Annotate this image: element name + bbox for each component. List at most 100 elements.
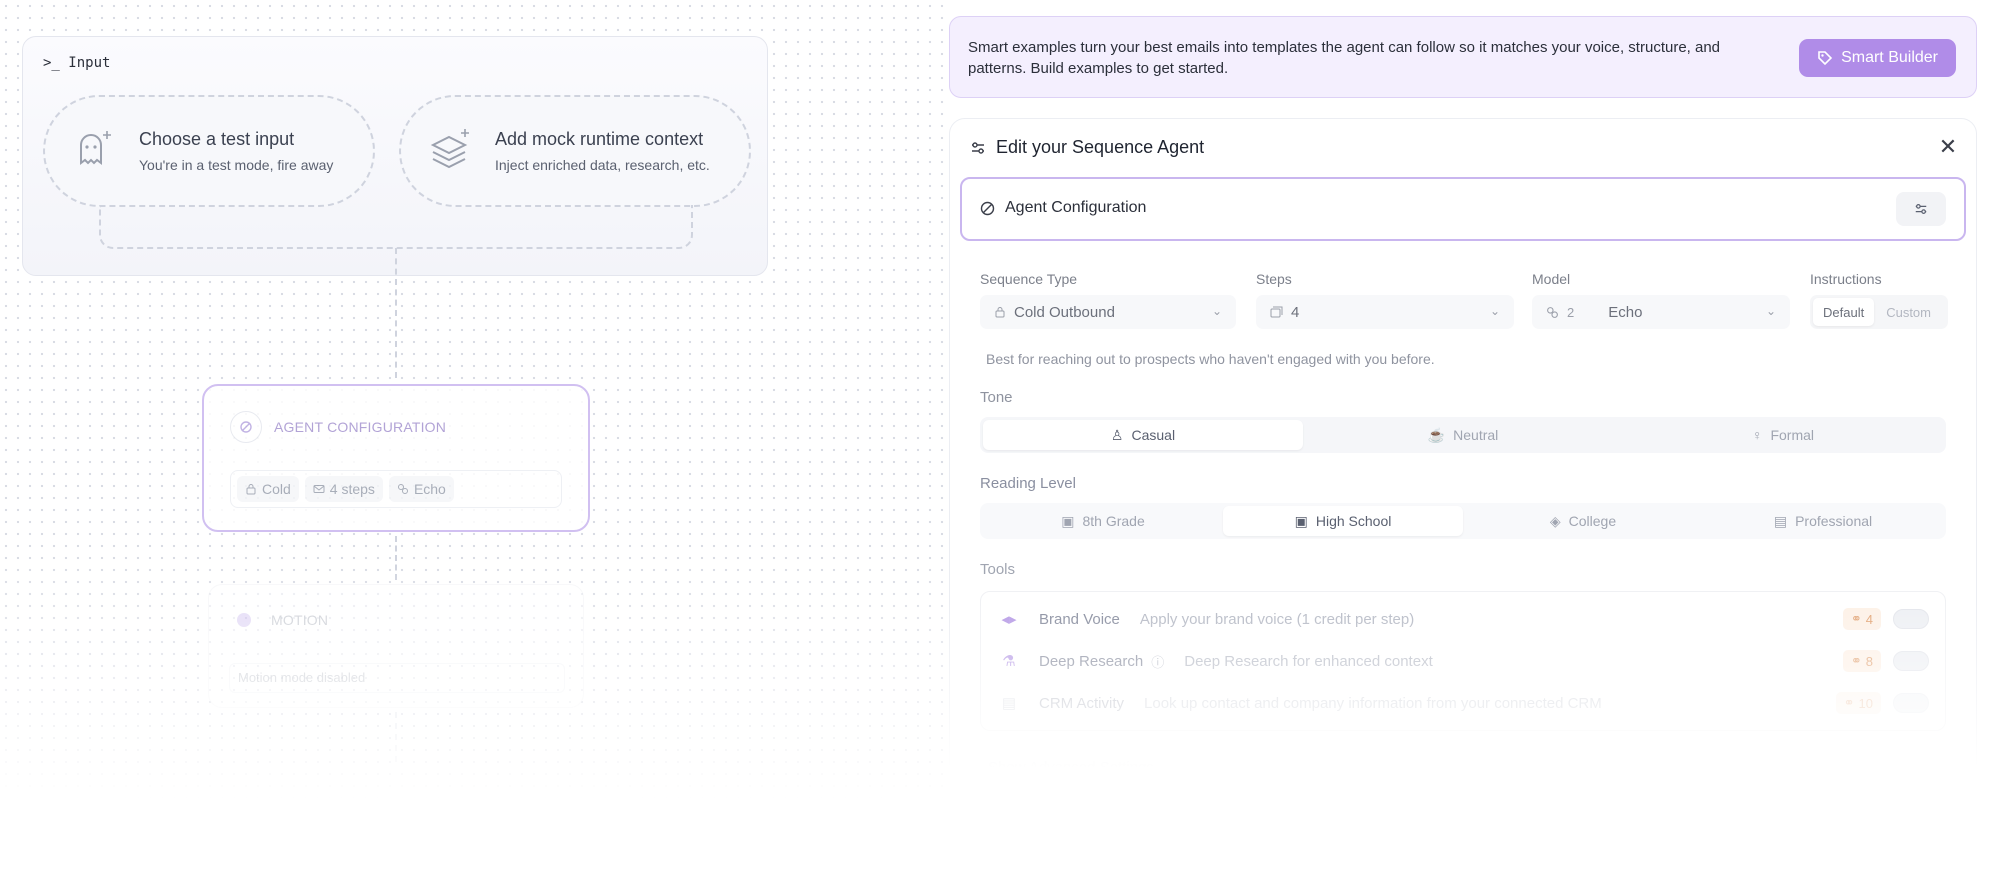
steps-label: Steps [1256, 271, 1292, 287]
reading-college-option[interactable]: ◈ College [1463, 506, 1703, 536]
editor-title: Edit your Sequence Agent [996, 137, 1205, 157]
tool-cost-badge: ⚭ 10 [1835, 692, 1881, 714]
add-mock-context-button[interactable]: Add mock runtime context Inject enriched… [399, 95, 751, 207]
tool-row: ▤ CRM Activity Look up contact and compa… [981, 688, 1947, 718]
tool-name: Deep Research [1039, 652, 1144, 670]
choose-test-input-button[interactable]: Choose a test input You're in a test mod… [43, 95, 375, 207]
motion-node-status: Motion mode disabled [229, 663, 565, 693]
reading-level-selector: ▣ 8th Grade ▣ High School ◈ College ▤ Pr… [980, 503, 1946, 539]
coffee-icon: ☕ [1427, 426, 1446, 443]
reading-college-label: College [1568, 513, 1617, 529]
school-icon: ▣ [1061, 512, 1075, 529]
sliders-icon [1915, 204, 1927, 214]
credits-icon: ⚭ [1850, 611, 1862, 626]
reading-professional-option[interactable]: ▤ Professional [1703, 506, 1943, 536]
tie-icon: ♀ [1751, 427, 1763, 443]
input-panel: >_ Input Choose a test input You're in a… [22, 36, 768, 276]
tool-description: Look up contact and company information … [1144, 694, 1602, 712]
sequence-type-select[interactable]: Cold Outbound ⌄ [980, 295, 1236, 329]
chevron-down-icon: ⌄ [1765, 304, 1776, 318]
briefcase-icon: ▤ [1773, 512, 1788, 529]
sequence-agent-editor: Edit your Sequence Agent ✕ Agent Configu… [949, 118, 1977, 880]
sequence-type-value: Cold Outbound [1014, 303, 1115, 321]
info-icon[interactable]: ⓘ [1151, 652, 1164, 671]
tone-neutral-label: Neutral [1453, 427, 1499, 443]
chevron-down-icon: ⌄ [1489, 304, 1500, 318]
input-panel-title: >_ Input [43, 55, 111, 71]
chip-sequence-label: Cold [262, 481, 291, 497]
agent-node-chips: Cold 4 steps Echo [230, 470, 562, 508]
agent-node-icon [230, 411, 262, 443]
tone-label: Tone [980, 389, 1013, 406]
tool-cost-badge: ⚭ 4 [1842, 608, 1881, 630]
building-icon: ▣ [1294, 512, 1308, 529]
layers-plus-icon [430, 129, 469, 169]
agent-node-title: AGENT CONFIGURATION [274, 419, 447, 435]
tool-cost-badge: ⚭ 8 [1842, 650, 1881, 672]
tone-casual-option[interactable]: ♙ Casual [983, 420, 1303, 450]
chevron-down-icon: ⌄ [1211, 304, 1222, 318]
ghost-plus-icon [80, 131, 111, 165]
tone-neutral-option[interactable]: ☕ Neutral [1303, 420, 1623, 450]
smart-builder-label: Smart Builder [1841, 49, 1938, 66]
casual-icon: ♙ [1110, 426, 1124, 443]
instructions-custom-option[interactable]: Custom [1876, 298, 1941, 326]
mock-context-title: Add mock runtime context [495, 129, 704, 149]
lock-icon [246, 484, 256, 495]
tone-formal-label: Formal [1770, 427, 1815, 443]
tone-formal-option[interactable]: ♀ Formal [1623, 420, 1943, 450]
tool-description: Apply your brand voice (1 credit per ste… [1139, 610, 1415, 628]
lock-icon [995, 307, 1005, 318]
connector-line [395, 536, 397, 580]
credits-icon: ⚭ [1843, 695, 1855, 710]
close-icon[interactable]: ✕ [1936, 134, 1960, 159]
mock-context-subtitle: Inject enriched data, research, etc. [495, 157, 710, 173]
model-select[interactable]: 2 Echo ⌄ [1532, 295, 1790, 329]
tool-row: ◂▸ Brand Voice Apply your brand voice (1… [981, 604, 1947, 634]
instructions-default-option[interactable]: Default [1813, 298, 1875, 326]
sequence-type-label: Sequence Type [980, 271, 1078, 287]
tool-cost-value: 10 [1858, 695, 1873, 711]
tone-selector: ♙ Casual ☕ Neutral ♀ Formal [980, 417, 1946, 453]
stack-icon [1270, 306, 1283, 317]
brand-voice-toggle[interactable] [1893, 609, 1929, 629]
reading-8th-grade-label: 8th Grade [1082, 513, 1145, 529]
tag-icon [1818, 51, 1833, 66]
steps-select[interactable]: 4 ⌄ [1256, 295, 1514, 329]
sequence-type-helper: Best for reaching out to prospects who h… [986, 351, 1435, 367]
credits-icon [1547, 306, 1558, 318]
smart-builder-button[interactable]: Smart Builder [1799, 39, 1956, 77]
motion-node-icon [229, 605, 259, 635]
steps-value: 4 [1291, 303, 1300, 321]
smart-examples-banner: Smart examples turn your best emails int… [949, 16, 1977, 98]
instructions-label: Instructions [1810, 271, 1882, 287]
tool-description: Deep Research for enhanced context [1184, 652, 1433, 670]
brand-voice-icon: ◂▸ [1001, 611, 1017, 628]
graduation-cap-icon: ◈ [1549, 512, 1561, 529]
config-settings-button[interactable] [1896, 192, 1946, 226]
model-label: Model [1532, 271, 1571, 287]
motion-node[interactable]: MOTION Motion mode disabled [208, 584, 584, 708]
agent-configuration-node[interactable]: AGENT CONFIGURATION Cold 4 steps Echo [202, 384, 590, 532]
agent-icon [980, 201, 995, 215]
chip-steps: 4 steps [304, 476, 383, 502]
reading-high-school-option[interactable]: ▣ High School [1223, 506, 1463, 536]
model-value: Echo [1608, 303, 1643, 321]
deep-research-toggle[interactable] [1893, 651, 1929, 671]
chip-model-label: Echo [413, 481, 446, 497]
reading-8th-grade-option[interactable]: ▣ 8th Grade [983, 506, 1223, 536]
crm-activity-toggle[interactable] [1893, 693, 1929, 713]
motion-node-title: MOTION [271, 612, 329, 628]
research-icon: ⚗ [1002, 653, 1016, 670]
input-connector [99, 205, 693, 249]
connector-line [395, 712, 397, 762]
agent-configuration-bar[interactable]: Agent Configuration [960, 177, 1966, 241]
reading-level-label: Reading Level [980, 475, 1076, 492]
tool-row: ⚗ Deep Research ⓘ Deep Research for enha… [981, 646, 1947, 676]
chip-steps-label: 4 steps [329, 481, 375, 497]
tone-casual-label: Casual [1131, 427, 1176, 443]
chip-model: Echo [388, 476, 454, 502]
mail-icon [313, 485, 325, 493]
credits-icon: ⚭ [1850, 653, 1862, 668]
show-advanced-settings-link[interactable]: Show Advanced Settings [988, 759, 1154, 776]
